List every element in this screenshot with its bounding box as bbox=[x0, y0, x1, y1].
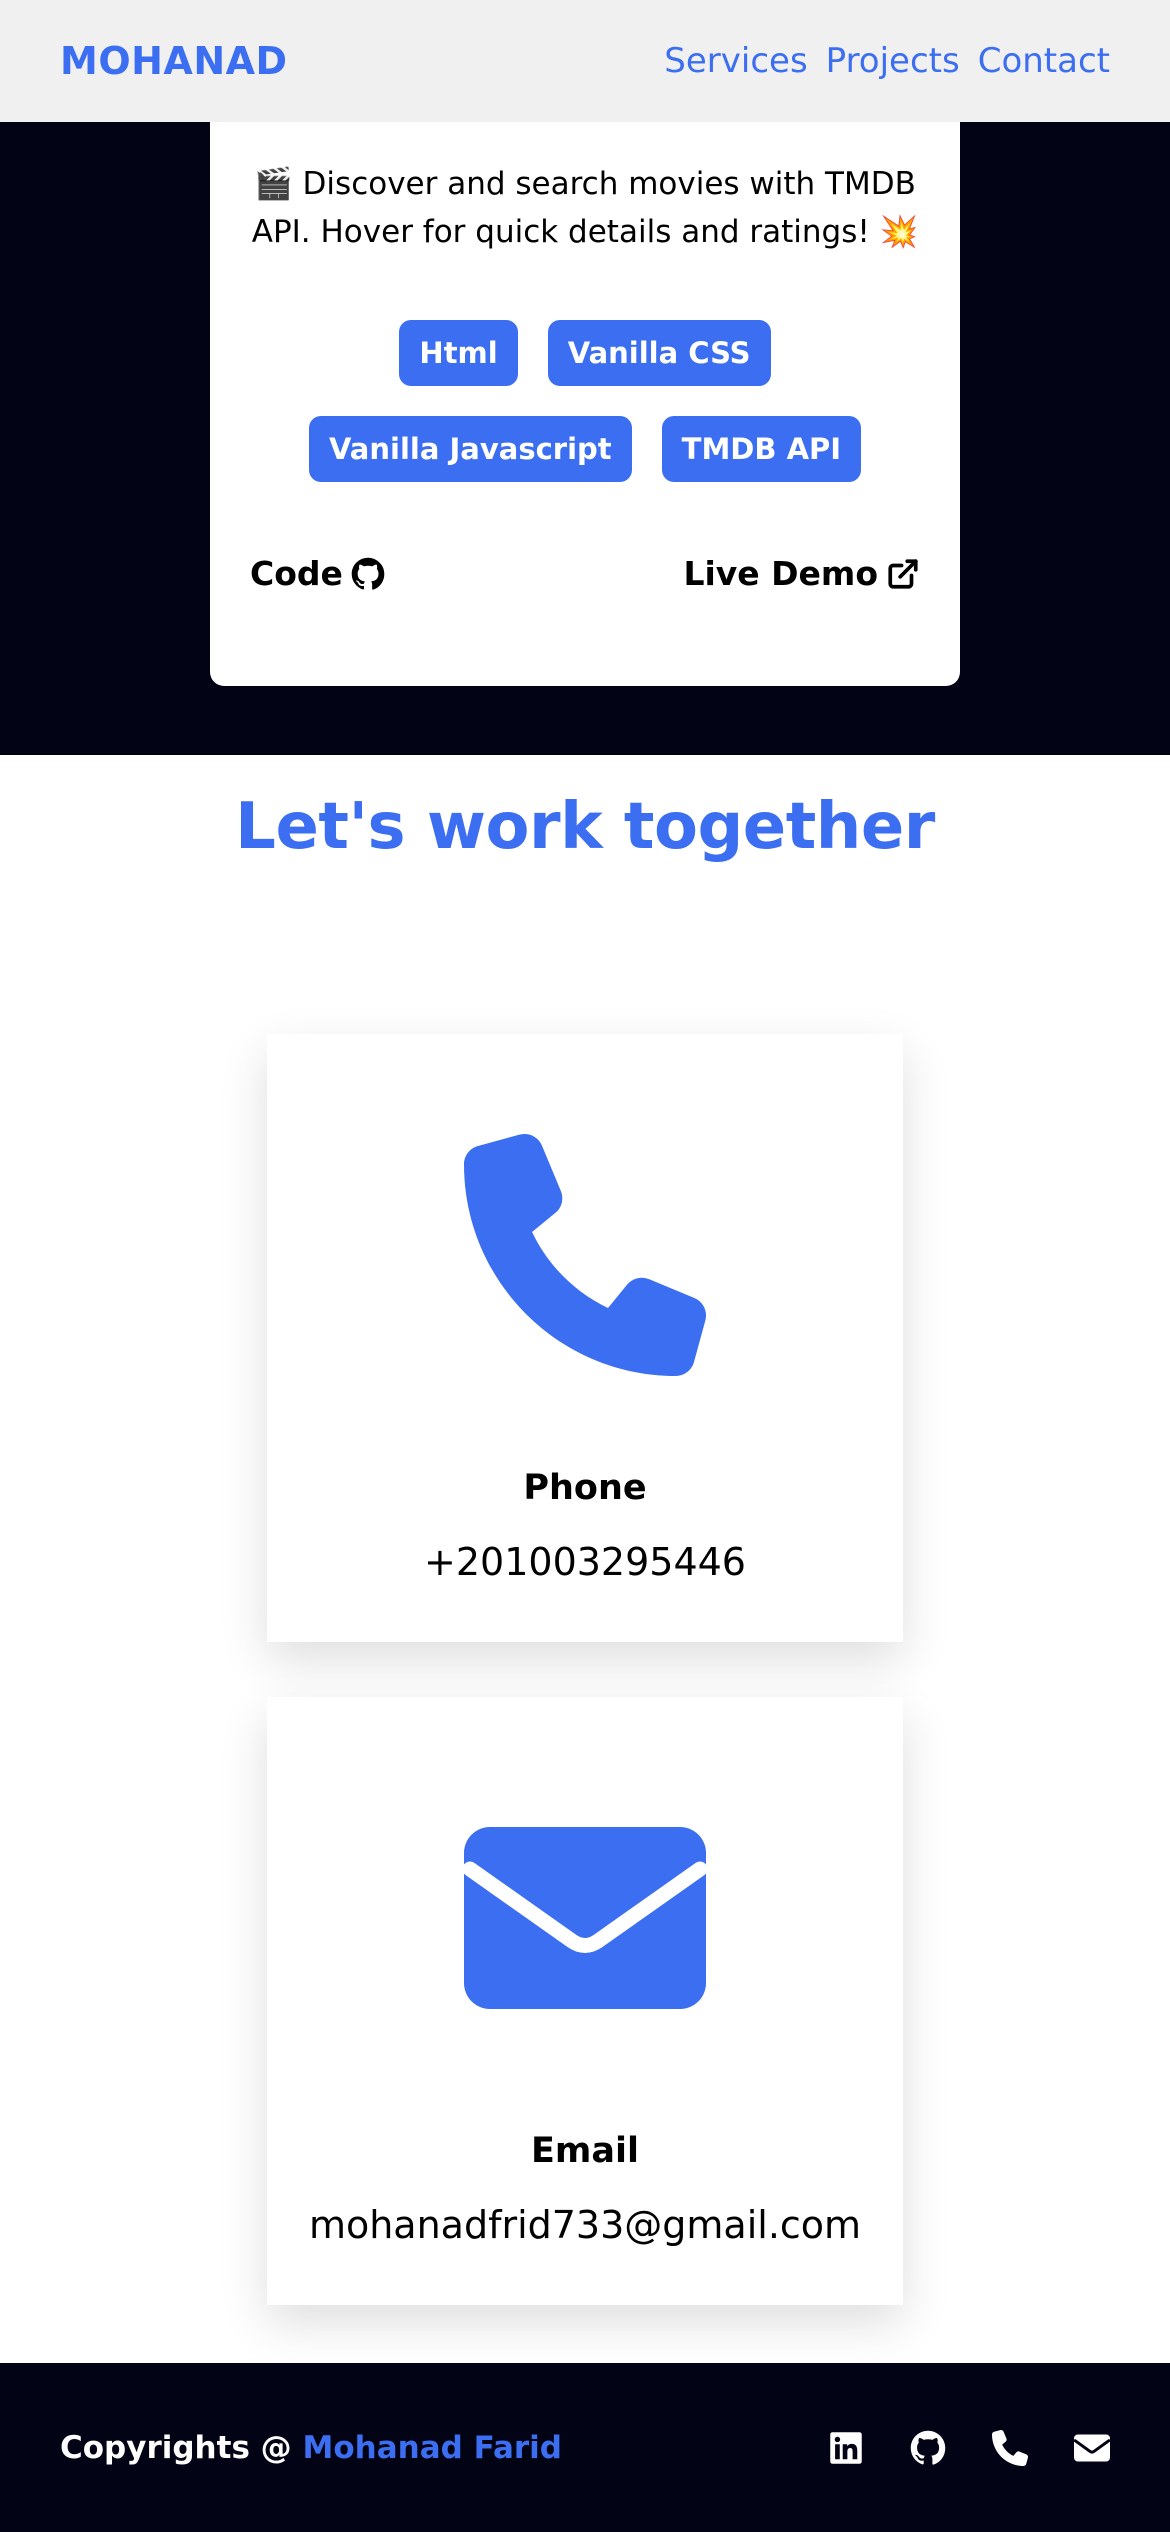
tag-vanilla-javascript: Vanilla Javascript bbox=[308, 416, 632, 482]
email-label: Email bbox=[531, 2131, 639, 2171]
nav-link-contact[interactable]: Contact bbox=[978, 41, 1110, 81]
project-tags: Html Vanilla CSS Vanilla Javascript TMDB… bbox=[210, 320, 960, 482]
email-card[interactable]: Email mohanadfrid733@gmail.com bbox=[267, 1697, 903, 2305]
project-card: 🎬 Discover and search movies with TMDB A… bbox=[210, 122, 960, 686]
site-header: MOHANAD Services Projects Contact bbox=[0, 0, 1170, 122]
phone-card[interactable]: Phone +201003295446 bbox=[267, 1034, 903, 1642]
nav-link-services[interactable]: Services bbox=[664, 41, 807, 81]
live-demo-link[interactable]: Live Demo bbox=[683, 554, 920, 593]
tag-vanilla-css: Vanilla CSS bbox=[547, 320, 771, 386]
phone-icon[interactable] bbox=[992, 2429, 1029, 2466]
code-link-label: Code bbox=[250, 554, 343, 593]
code-link[interactable]: Code bbox=[250, 554, 385, 593]
main-nav: Services Projects Contact bbox=[664, 41, 1110, 81]
project-description: 🎬 Discover and search movies with TMDB A… bbox=[251, 166, 919, 250]
tag-html: Html bbox=[399, 320, 518, 386]
tag-tmdb-api: TMDB API bbox=[661, 416, 862, 482]
project-links: Code Live Demo bbox=[250, 554, 920, 593]
copyright-text: Copyrights @ Mohanad Farid bbox=[60, 2430, 562, 2466]
brand-logo[interactable]: MOHANAD bbox=[60, 39, 288, 83]
envelope-icon bbox=[464, 1827, 706, 2009]
phone-icon bbox=[464, 1134, 706, 1376]
author-name-link[interactable]: Mohanad Farid bbox=[302, 2430, 562, 2466]
external-link-icon bbox=[888, 558, 918, 589]
github-icon bbox=[351, 557, 385, 590]
email-value[interactable]: mohanadfrid733@gmail.com bbox=[267, 2203, 903, 2247]
phone-value: +201003295446 bbox=[424, 1540, 746, 1584]
linkedin-icon[interactable] bbox=[828, 2430, 864, 2466]
nav-link-projects[interactable]: Projects bbox=[826, 41, 960, 81]
contact-section-title: Let's work together bbox=[235, 790, 935, 864]
github-icon[interactable] bbox=[910, 2430, 946, 2466]
phone-label: Phone bbox=[523, 1468, 647, 1508]
live-demo-label: Live Demo bbox=[683, 554, 878, 593]
copyright-prefix: Copyrights @ bbox=[60, 2429, 303, 2466]
site-footer: Copyrights @ Mohanad Farid bbox=[0, 2363, 1170, 2532]
social-links bbox=[828, 2429, 1111, 2466]
envelope-icon[interactable] bbox=[1073, 2430, 1111, 2466]
